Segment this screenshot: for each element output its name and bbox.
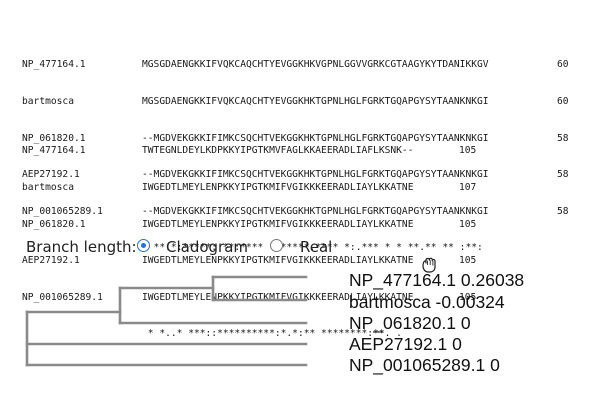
sequence-name: NP_477164.1 bbox=[22, 145, 86, 157]
sequence-residues: MGSGDAENGKKIFVQKCAQCHTYEVGGKHKTGPNLHGLFG… bbox=[142, 96, 489, 107]
sequence-name: bartmosca bbox=[22, 96, 74, 107]
tree-leaf-label[interactable]: NP_061820.1 0 bbox=[349, 313, 471, 333]
tree-leaf-label[interactable]: bartmosca -0.00324 bbox=[349, 292, 505, 312]
cladogram-radio[interactable] bbox=[137, 239, 150, 252]
tree-leaf-label[interactable]: NP_477164.1 0.26038 bbox=[349, 270, 524, 290]
sequence-residues: --MGDVEKGKKIFIMKCSQCHTVEKGGKHKTGPNLHGLFG… bbox=[142, 205, 489, 217]
real-label[interactable]: Real bbox=[300, 238, 332, 256]
sequence-position: 107 bbox=[459, 182, 477, 193]
sequence-name: bartmosca bbox=[22, 182, 74, 193]
sequence-position: 60 bbox=[557, 59, 569, 71]
sequence-position: 105 bbox=[459, 145, 477, 157]
sequence-residues: TWTEGNLDEYLKDPKKYIPGTKMVFAGLKKAEERADLIAF… bbox=[142, 145, 414, 157]
alignment-row: NP_477164.1 TWTEGNLDEYLKDPKKYIPGTKMVFAGL… bbox=[22, 145, 476, 157]
branch-length-label: Branch length: bbox=[26, 238, 137, 256]
sequence-residues: MGSGDAENGKKIFVQKCAQCHTYEVGGKHKVGPNLGGVVG… bbox=[142, 59, 489, 71]
sequence-name: NP_061820.1 bbox=[22, 218, 86, 230]
alignment-row: bartmosca IWGEDTLMEYLENPKKYIPGTKMIFVGIKK… bbox=[22, 182, 476, 194]
cladogram-label[interactable]: Cladogram bbox=[166, 238, 248, 256]
alignment-row: bartmosca MGSGDAENGKKIFVQKCAQCHTYEVGGKHK… bbox=[22, 96, 569, 108]
sequence-residues: IWGEDTLMEYLENPKKYIPGTKMIFVGIKKKEERADLIAY… bbox=[142, 218, 414, 230]
sequence-name: NP_477164.1 bbox=[22, 59, 86, 71]
sequence-residues: --MGDVEKGKKIFIMKCSQCHTVEKGGKHKTGPNLHGLFG… bbox=[142, 169, 489, 181]
alignment-row: NP_061820.1 IWGEDTLMEYLENPKKYIPGTKMIFVGI… bbox=[22, 219, 476, 231]
sequence-position: 60 bbox=[557, 96, 569, 107]
tree-leaf-label[interactable]: NP_001065289.1 0 bbox=[349, 355, 500, 375]
tree-leaf-label[interactable]: AEP27192.1 0 bbox=[349, 334, 462, 354]
real-radio[interactable] bbox=[270, 239, 283, 252]
sequence-position: 105 bbox=[459, 218, 477, 230]
sequence-residues: IWGEDTLMEYLENPKKYIPGTKMIFVGIKKKEERADLIAY… bbox=[142, 182, 414, 193]
sequence-residues: --MGDVEKGKKIFIMKCSQCHTVEKGGKHKTGPNLHGLFG… bbox=[142, 132, 489, 144]
sequence-position: 58 bbox=[557, 169, 569, 181]
sequence-position: 58 bbox=[557, 205, 569, 217]
sequence-position: 58 bbox=[557, 132, 569, 144]
alignment-row: NP_477164.1 MGSGDAENGKKIFVQKCAQCHTYEVGGK… bbox=[22, 59, 569, 71]
